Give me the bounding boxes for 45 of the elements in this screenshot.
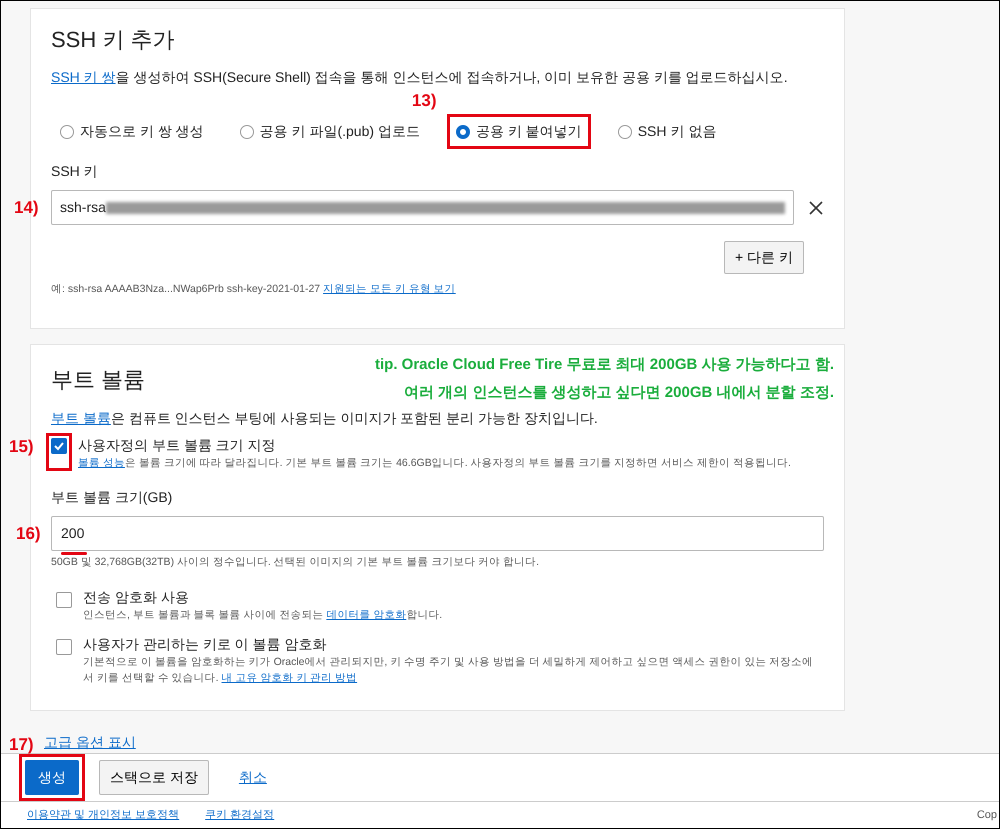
radio-option[interactable]: SSH 키 없음 [608,114,726,150]
radio-option[interactable]: 공용 키 붙여넣기 [446,114,591,150]
link[interactable]: 볼륨 성능 [78,456,125,469]
help-text: 50GB 및 32,768GB(32TB) 사이의 정수입니다. 선택된 이미지의 기본 부트 볼륨 크기보다 커야 합니다. [51,555,540,570]
link[interactable]: SSH 키 쌍 [51,69,116,86]
cancel-link[interactable]: 취소 [228,761,277,794]
annotation-label: 16) [16,523,41,546]
check-icon [53,440,65,452]
footer-link[interactable]: 쿠키 환경설정 [205,806,274,824]
link[interactable]: 데이터를 암호화 [326,609,406,622]
annotation-label: 13) [412,90,436,112]
radio-option[interactable]: 자동으로 키 쌍 생성 [51,114,213,150]
description-text: SSH 키 쌍을 생성하여 SSH(Secure Shell) 접속을 통해 인스턴스에 접속하거나, 이미 보유한 공용 키를 업로드하십시오. [51,68,789,88]
checkbox[interactable] [56,592,72,608]
help-text: 볼륨 성능은 볼륨 크기에 따라 달라집니다. 기본 부트 볼륨 크기는 46.6GB입니다. 사용자정의 부트 볼륨 크기를 지정하면 서비스 제한이 적용됩니다. [78,456,791,471]
help-text: 기본적으로 이 볼륨을 암호화하는 키가 Oracle에서 관리되지만, 키 수명 주기 및 사용 방법을 더 세밀하게 제어하고 싶으면 액세스 권한이 있는 저장소에서 키를 선택할 수 있습니다. 내 고유 암호화 키 관리 방법 [83,654,814,686]
annotation-label: 14) [14,197,39,220]
radio-option[interactable]: 공용 키 파일(.pub) 업로드 [230,114,429,150]
field-label: 부트 볼륨 크기(GB) [51,488,174,508]
checkbox-label[interactable]: 전송 암호화 사용 [83,587,442,608]
link[interactable]: 부트 볼륨 [51,410,111,426]
section-title: 부트 볼륨 [51,367,146,394]
key-input-field[interactable]: ssh-rsa [51,190,794,226]
link[interactable]: 내 고유 암호화 키 관리 방법 [222,672,358,684]
example-text: 예: ssh-rsa AAAAB3Nza...NWap6Prb ssh-key-2021-01-27 지원되는 모든 키 유형 보기 [51,282,457,298]
checkbox[interactable] [56,638,72,655]
close-icon[interactable] [808,200,824,216]
checkbox[interactable] [51,438,67,454]
copyright-text: Cop [976,808,997,823]
tip-text: 여러 개의 인스턴스를 생성하고 싶다면 200GB 내에서 분할 조정. [402,383,834,404]
annotation-label: 17) [9,734,34,756]
checkbox-label[interactable]: 사용자정의 부트 볼륨 크기 지정 [78,434,791,456]
section-title: SSH 키 추가 [51,27,174,54]
tip-text: tip. Oracle Cloud Free Tire 무료로 최대 200GB 사용 가능하다고 함. [375,355,834,376]
description-text: 부트 볼륨은 컴퓨트 인스턴스 부팅에 사용되는 이미지가 포함된 분리 가능한 장치입니다. [51,408,599,428]
create-button[interactable]: 생성 [25,760,79,796]
link[interactable]: 지원되는 모든 키 유형 보기 [323,283,456,296]
field-label: SSH 키 [51,162,99,182]
advanced-options-link[interactable]: 고급 옵션 표시 [44,732,845,754]
help-text: 인스턴스, 부트 볼륨과 블록 볼륨 사이에 전송되는 데이터를 암호화합니다. [83,608,442,624]
checkbox-label[interactable]: 사용자가 관리하는 키로 이 볼륨 암호화 [83,634,824,655]
add-key-button[interactable]: + 다른 키 [724,241,804,274]
footer-link[interactable]: 이용약관 및 개인정보 보호정책 [27,806,180,824]
annotation-label: 15) [9,436,34,458]
save-stack-button[interactable]: 스택으로 저장 [99,760,209,796]
